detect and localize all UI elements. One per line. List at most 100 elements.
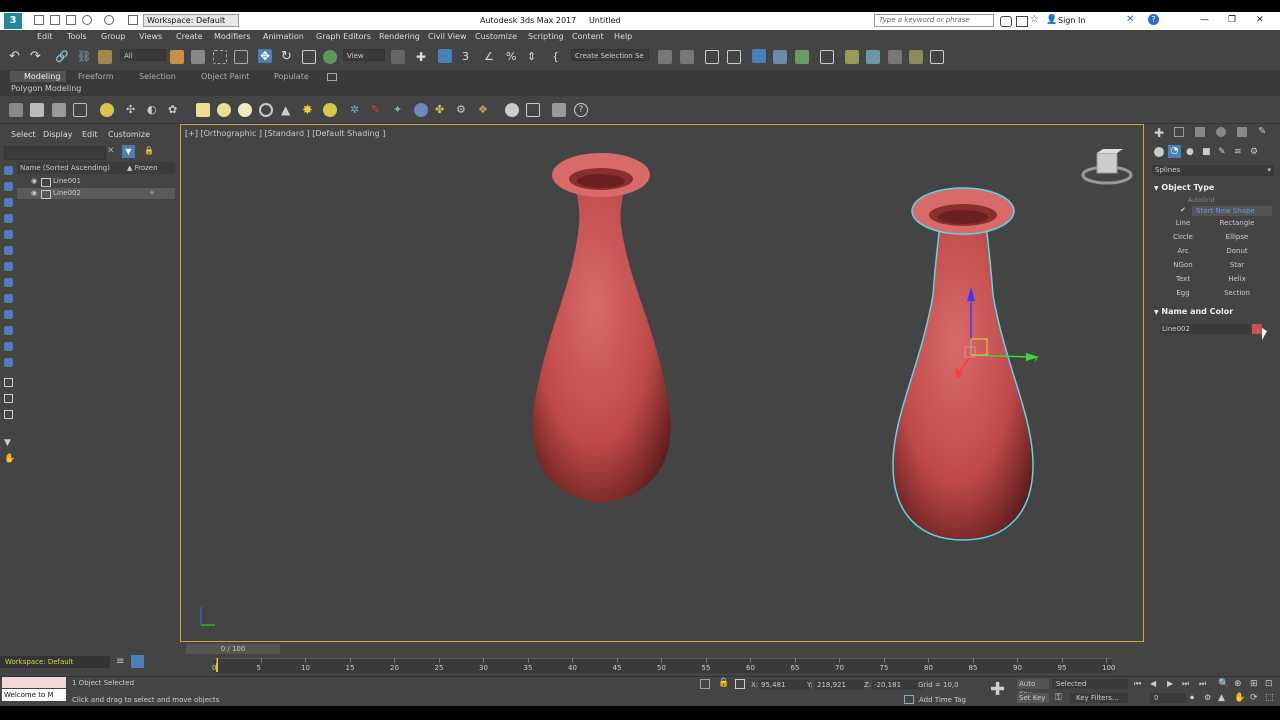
section-button[interactable]: Section xyxy=(1214,288,1260,299)
lights-category-icon[interactable]: ● xyxy=(1186,147,1194,157)
named-selection-set-dropdown[interactable]: Create Selection Se xyxy=(571,49,649,61)
shape-icon[interactable]: ❖ xyxy=(478,103,492,117)
display-helpers-icon[interactable] xyxy=(4,246,13,255)
set-key-button[interactable]: Set Key xyxy=(1017,693,1049,703)
start-new-shape-field[interactable]: Start New Shape xyxy=(1192,206,1272,216)
name-and-color-rollout-title[interactable]: ▼ Name and Color xyxy=(1154,307,1233,316)
link-icon[interactable]: 🔗 xyxy=(55,50,69,64)
rotate-icon[interactable]: ↻ xyxy=(281,50,295,64)
keyboard-shortcut-override-icon[interactable] xyxy=(438,49,452,63)
display-all-icon[interactable] xyxy=(4,166,13,175)
absolute-mode-icon[interactable] xyxy=(735,679,745,689)
menu-edit[interactable]: Edit xyxy=(37,32,53,41)
key-mode-dropdown[interactable]: Selected xyxy=(1052,679,1128,689)
current-frame-field[interactable]: 0 xyxy=(1150,693,1186,703)
default-in-out-tangent-icon[interactable]: ✚ xyxy=(990,679,1005,700)
space-warp-icon[interactable] xyxy=(414,103,428,117)
grid-icon[interactable] xyxy=(73,103,87,117)
pivot-center-icon[interactable] xyxy=(391,50,405,64)
next-frame-icon[interactable]: ⏭ xyxy=(1182,679,1189,689)
redo-icon[interactable]: ↷ xyxy=(30,50,44,64)
align-icon[interactable] xyxy=(680,50,694,64)
autogrid-checkbox-label[interactable]: AutoGrid xyxy=(1188,197,1215,204)
display-lights-icon[interactable] xyxy=(4,214,13,223)
new-scene-icon[interactable] xyxy=(34,15,44,25)
render-production-icon[interactable] xyxy=(888,50,902,64)
x-coordinate-field[interactable]: 95,481 xyxy=(759,680,809,690)
render-in-cloud-icon[interactable] xyxy=(930,50,944,64)
zoom-icon[interactable]: 🔍 xyxy=(1218,679,1229,689)
material-editor-icon[interactable] xyxy=(820,50,834,64)
previous-frame-icon[interactable]: ◀ xyxy=(1150,679,1156,688)
menu-views[interactable]: Views xyxy=(139,32,162,41)
maximize-viewport-icon[interactable]: ⬚ xyxy=(1265,693,1274,703)
display-children-icon[interactable] xyxy=(4,378,13,387)
display-hidden-icon[interactable] xyxy=(4,358,13,367)
window-crossing-icon[interactable] xyxy=(234,50,248,64)
pan-view-icon[interactable]: ✋ xyxy=(1234,693,1245,703)
select-object-icon[interactable] xyxy=(170,50,184,64)
particles-icon[interactable]: ✲ xyxy=(350,103,364,117)
symmetry-icon[interactable]: ◐ xyxy=(147,103,161,117)
edit-named-selection-icon[interactable]: { xyxy=(552,50,566,64)
cone-primitive-icon[interactable]: ▲ xyxy=(281,103,295,117)
explorer-menu-select[interactable]: Select xyxy=(11,130,36,139)
select-manipulate-icon[interactable]: ✚ xyxy=(416,50,430,64)
key-mode-toggle-icon[interactable]: ⏺ xyxy=(1190,693,1194,703)
create-tab-icon[interactable]: ✚ xyxy=(1154,126,1164,140)
explorer-row-line001[interactable]: ◉ Line001 xyxy=(17,176,175,187)
auto-key-button[interactable]: Auto Key xyxy=(1017,679,1049,698)
cameras-category-icon[interactable]: ■ xyxy=(1202,147,1211,157)
search-input[interactable]: Type a keyword or phrase xyxy=(874,14,994,27)
open-file-icon[interactable] xyxy=(50,15,60,25)
y-coordinate-field[interactable]: 218,921 xyxy=(815,680,865,690)
add-time-tag-button[interactable]: Add Time Tag xyxy=(919,696,966,704)
ngon-button[interactable]: NGon xyxy=(1160,260,1206,271)
object-category-dropdown[interactable]: Splines ▾ xyxy=(1152,165,1274,176)
star-button[interactable]: Star xyxy=(1214,260,1260,271)
zoom-extents-icon[interactable]: ⊞ xyxy=(1250,679,1258,689)
place-icon[interactable] xyxy=(323,50,337,64)
selection-filter-dropdown[interactable]: All xyxy=(120,49,166,61)
box-icon[interactable] xyxy=(30,103,44,117)
z-coordinate-field[interactable]: -20,181 xyxy=(872,680,922,690)
arc-button[interactable]: Arc xyxy=(1160,246,1206,257)
zoom-extents-all-icon[interactable]: ⊡ xyxy=(1265,679,1273,689)
display-shapes-icon[interactable] xyxy=(4,198,13,207)
unlink-icon[interactable]: ⛓ xyxy=(77,50,91,64)
display-groups-icon[interactable] xyxy=(4,278,13,287)
display-frozen-icon[interactable] xyxy=(4,342,13,351)
menu-customize[interactable]: Customize xyxy=(475,32,517,41)
utilities-tab-icon[interactable]: ✎ xyxy=(1258,126,1266,137)
egg-button[interactable]: Egg xyxy=(1160,288,1206,299)
orbit-icon[interactable]: ⟳ xyxy=(1250,693,1258,703)
sphere-primitive-icon[interactable] xyxy=(217,103,231,117)
helpers-category-icon[interactable]: ✎ xyxy=(1218,147,1226,157)
menu-group[interactable]: Group xyxy=(101,32,125,41)
systems-category-icon[interactable]: ⚙ xyxy=(1250,147,1258,157)
render-iterative-icon[interactable] xyxy=(909,50,923,64)
motion-tab-icon[interactable] xyxy=(1216,127,1226,137)
sign-in-link[interactable]: Sign In xyxy=(1058,16,1085,25)
polygon-modeling-label[interactable]: Polygon Modeling xyxy=(11,84,81,93)
menu-content[interactable]: Content xyxy=(572,32,604,41)
light-bulb-icon[interactable] xyxy=(100,103,114,117)
display-tab-icon[interactable] xyxy=(1237,127,1247,137)
hierarchy-tab-icon[interactable] xyxy=(1195,127,1205,137)
ellipse-button[interactable]: Ellipse xyxy=(1214,232,1260,243)
display-xrefs-icon[interactable] xyxy=(4,294,13,303)
geometry-category-icon[interactable] xyxy=(1154,147,1164,157)
object-name-input[interactable]: Line002 xyxy=(1160,324,1250,334)
modify-tab-icon[interactable] xyxy=(1174,127,1184,137)
angle-snap-icon[interactable]: ∠ xyxy=(484,50,498,64)
ribbon-tab-object-paint[interactable]: Object Paint xyxy=(201,72,249,81)
lock-icon[interactable]: 🔒 xyxy=(144,146,154,155)
object-color-swatch[interactable] xyxy=(1252,324,1262,334)
go-to-start-icon[interactable]: ⏮ xyxy=(1134,679,1141,689)
ribbon-tab-freeform[interactable]: Freeform xyxy=(78,72,114,81)
undo-scene-icon[interactable] xyxy=(82,15,92,25)
binoculars-icon[interactable] xyxy=(1000,16,1012,27)
shapes-category-icon[interactable]: ◔ xyxy=(1168,145,1181,158)
menu-rendering[interactable]: Rendering xyxy=(379,32,420,41)
geosphere-primitive-icon[interactable] xyxy=(238,103,252,117)
